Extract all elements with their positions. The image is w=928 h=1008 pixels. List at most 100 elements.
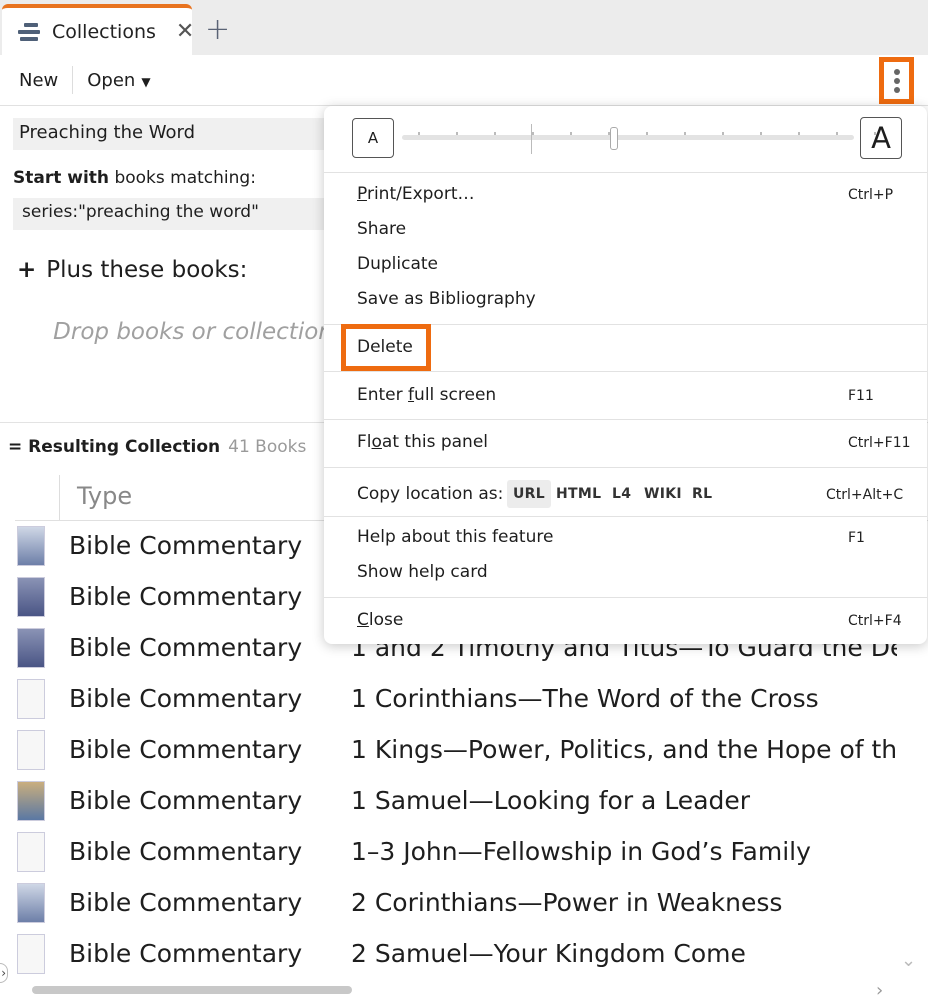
- open-label: Open: [87, 69, 136, 91]
- cell-type: Bible Commentary: [69, 531, 303, 560]
- add-tab-icon[interactable]: +: [205, 12, 230, 47]
- menu-item-duplicate[interactable]: Duplicate: [357, 254, 438, 274]
- menu-item-close[interactable]: Close: [357, 610, 403, 630]
- cell-title: 1 Samuel—Looking for a Leader: [351, 786, 751, 815]
- slider-center-mark: [531, 124, 532, 154]
- start-with-bold: Start with: [13, 168, 110, 188]
- float-pre: Fl: [357, 432, 372, 452]
- slider-tick: [456, 132, 458, 135]
- menu-separator: [324, 597, 927, 598]
- table-row[interactable]: Bible Commentary 2 Samuel—Your Kingdom Co…: [0, 930, 928, 981]
- print-accel: P: [357, 184, 367, 204]
- menu-separator: [324, 467, 927, 468]
- menu-item-share[interactable]: Share: [357, 219, 406, 239]
- cell-type: Bible Commentary: [69, 888, 303, 917]
- table-row[interactable]: Bible Commentary 1 Samuel—Looking for a L…: [0, 777, 928, 828]
- table-row[interactable]: Bible Commentary 1 Kings—Power, Politics,…: [0, 726, 928, 777]
- close-accel: C: [357, 610, 369, 630]
- copy-as-wiki-option[interactable]: WIKI: [638, 480, 688, 508]
- copy-as-l4-option[interactable]: L4: [606, 480, 637, 508]
- menu-item-print-export[interactable]: Print/Export…: [357, 184, 474, 204]
- book-cover-thumbnail: [17, 526, 45, 566]
- tab-label: Collections: [52, 20, 156, 43]
- copy-as-rl-option[interactable]: RL: [686, 480, 718, 508]
- plus-books-header[interactable]: + Plus these books:: [17, 257, 247, 283]
- font-larger-button[interactable]: A: [860, 117, 902, 159]
- more-options-button[interactable]: [879, 57, 914, 104]
- cell-type: Bible Commentary: [69, 633, 303, 662]
- book-cover-thumbnail: [17, 628, 45, 668]
- result-count: 41 Books: [228, 437, 307, 457]
- slider-tick: [418, 132, 420, 135]
- cell-title: 1 Corinthians—The Word of the Cross: [351, 684, 819, 713]
- toolbar: New Open ▼: [0, 55, 928, 106]
- cell-type: Bible Commentary: [69, 582, 303, 611]
- column-header-type[interactable]: Type: [77, 482, 132, 510]
- table-row[interactable]: Bible Commentary 1 Corinthians—The Word o…: [0, 675, 928, 726]
- column-divider[interactable]: [59, 475, 60, 520]
- slider-tick: [494, 132, 496, 135]
- font-size-slider-thumb[interactable]: [610, 127, 619, 150]
- kebab-dot: [893, 77, 900, 84]
- menu-item-delete[interactable]: Delete: [357, 337, 413, 357]
- menu-item-full-screen[interactable]: Enter full screen: [357, 385, 496, 405]
- slider-tick: [760, 132, 762, 135]
- copy-as-html-option[interactable]: HTML: [550, 480, 607, 508]
- table-row[interactable]: Bible Commentary 2 Corinthians—Power in W…: [0, 879, 928, 930]
- fullscreen-shortcut: F11: [848, 388, 874, 404]
- slider-tick: [836, 132, 838, 135]
- menu-item-float-panel[interactable]: Float this panel: [357, 432, 488, 452]
- menu-item-help-feature[interactable]: Help about this feature: [357, 527, 553, 547]
- copy-as-url-option[interactable]: URL: [507, 480, 551, 508]
- print-post: rint/Export…: [366, 184, 475, 204]
- float-post: at this panel: [381, 432, 488, 452]
- chevron-down-icon[interactable]: ⌄: [901, 950, 916, 971]
- book-cover-thumbnail: [17, 577, 45, 617]
- book-cover-thumbnail: [17, 883, 45, 923]
- cell-type: Bible Commentary: [69, 786, 303, 815]
- close-post: lose: [368, 610, 404, 630]
- chevron-down-icon: ▼: [141, 74, 151, 89]
- horizontal-scrollbar[interactable]: [32, 986, 352, 994]
- book-cover-thumbnail: [17, 781, 45, 821]
- copy-location-label: Copy location as:: [357, 484, 504, 504]
- copy-location-shortcut: Ctrl+Alt+C: [826, 487, 904, 503]
- font-smaller-button[interactable]: A: [352, 118, 394, 158]
- new-button[interactable]: New: [19, 70, 58, 91]
- slider-tick: [684, 132, 686, 135]
- book-cover-thumbnail: [17, 730, 45, 770]
- tab-strip: Collections ✕ +: [0, 0, 928, 55]
- open-button[interactable]: Open ▼: [87, 70, 150, 91]
- cell-type: Bible Commentary: [69, 735, 303, 764]
- print-shortcut: Ctrl+P: [848, 187, 894, 203]
- query-input[interactable]: series:"preaching the word": [13, 198, 333, 230]
- table-row[interactable]: Bible Commentary 1–3 John—Fellowship in G…: [0, 828, 928, 879]
- cell-type: Bible Commentary: [69, 684, 303, 713]
- menu-item-help-card[interactable]: Show help card: [357, 562, 488, 582]
- close-icon[interactable]: ✕: [176, 19, 194, 44]
- resulting-collection-header: = Resulting Collection 41 Books: [8, 437, 306, 457]
- cell-type: Bible Commentary: [69, 939, 303, 968]
- tab-collections[interactable]: Collections ✕: [2, 4, 194, 55]
- slider-tick: [722, 132, 724, 135]
- fullscreen-post: ull screen: [414, 385, 497, 405]
- font-size-slider[interactable]: [402, 135, 854, 140]
- chevron-right-icon[interactable]: ›: [876, 980, 883, 1001]
- menu-separator: [324, 172, 927, 173]
- cell-title: 1–3 John—Fellowship in God’s Family: [351, 837, 811, 866]
- cell-type: Bible Commentary: [69, 837, 303, 866]
- result-label: = Resulting Collection: [8, 437, 221, 457]
- collection-name-input[interactable]: Preaching the Word: [13, 118, 333, 150]
- cell-title: 2 Samuel—Your Kingdom Come: [351, 939, 746, 968]
- book-cover-thumbnail: [17, 832, 45, 872]
- cell-title: 1 Kings—Power, Politics, and the Hope of…: [351, 735, 897, 764]
- plus-icon: +: [17, 257, 37, 283]
- toolbar-divider: [72, 66, 74, 94]
- options-menu: A A Print/Export… Ctrl+P Share Duplicate…: [324, 106, 927, 644]
- kebab-dot: [893, 68, 900, 75]
- slider-tick: [646, 132, 648, 135]
- kebab-dot: [893, 86, 900, 93]
- menu-item-save-bibliography[interactable]: Save as Bibliography: [357, 289, 536, 309]
- slider-tick: [798, 132, 800, 135]
- cell-title: 2 Corinthians—Power in Weakness: [351, 888, 783, 917]
